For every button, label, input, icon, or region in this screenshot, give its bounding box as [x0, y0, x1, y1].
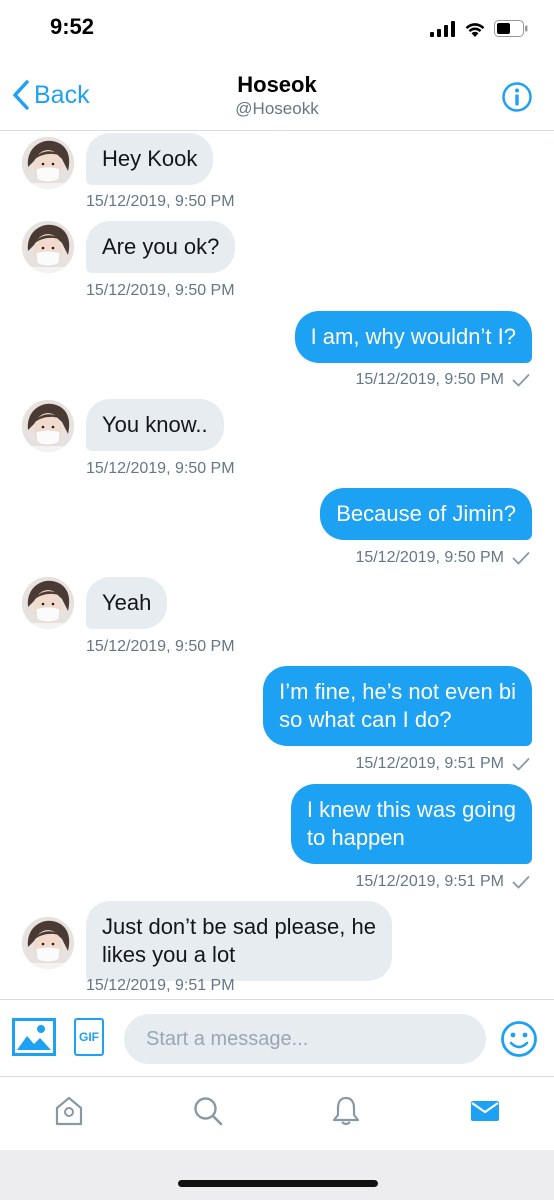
image-icon	[12, 1018, 56, 1056]
message-bubble-outgoing[interactable]: I’m fine, he’s not even bi so what can I…	[263, 666, 532, 746]
gif-label: GIF	[79, 1030, 99, 1044]
avatar-photo	[22, 137, 74, 189]
message-bubble-incoming[interactable]: Are you ok?	[86, 221, 236, 273]
message-composer: GIF	[0, 999, 554, 1077]
timestamp-text: 15/12/2019, 9:51 PM	[86, 977, 235, 994]
message-timestamp: 15/12/2019, 9:51 PM	[86, 977, 235, 995]
bell-icon	[333, 1096, 360, 1125]
cellular-signal-icon	[430, 20, 455, 37]
add-photo-button[interactable]	[12, 1018, 56, 1061]
message-bubble-outgoing[interactable]: Because of Jimin?	[320, 488, 532, 540]
search-icon	[194, 1096, 223, 1125]
message-timestamp: 15/12/2019, 9:50 PM	[86, 282, 235, 300]
message-timestamp: 15/12/2019, 9:51 PM	[355, 755, 530, 773]
avatar-photo	[22, 577, 74, 629]
avatar[interactable]	[22, 917, 74, 969]
info-button[interactable]	[502, 82, 532, 117]
message-input[interactable]	[124, 1014, 486, 1064]
smiley-icon	[501, 1021, 537, 1057]
message-bubble-incoming[interactable]: You know..	[86, 399, 224, 451]
read-check-icon	[512, 757, 530, 771]
status-bar: 9:52	[0, 0, 554, 62]
conversation-header: Back Hoseok @Hoseokk	[0, 62, 554, 131]
read-check-icon	[512, 551, 530, 565]
avatar[interactable]	[22, 400, 74, 452]
avatar[interactable]	[22, 137, 74, 189]
avatar-photo	[22, 400, 74, 452]
message-timestamp: 15/12/2019, 9:50 PM	[355, 549, 530, 567]
read-check-icon	[512, 373, 530, 387]
timestamp-text: 15/12/2019, 9:50 PM	[86, 460, 235, 477]
tab-messages[interactable]	[469, 1095, 501, 1132]
wifi-icon	[465, 22, 485, 37]
avatar[interactable]	[22, 577, 74, 629]
timestamp-text: 15/12/2019, 9:50 PM	[355, 371, 504, 388]
gif-button[interactable]: GIF	[74, 1018, 104, 1056]
home-icon	[56, 1096, 83, 1125]
contact-name: Hoseok	[237, 72, 317, 97]
read-check-icon	[512, 875, 530, 889]
message-timestamp: 15/12/2019, 9:50 PM	[355, 371, 530, 389]
mail-icon	[470, 1100, 499, 1121]
timestamp-text: 15/12/2019, 9:50 PM	[86, 638, 235, 655]
status-time: 9:52	[50, 14, 95, 39]
message-list[interactable]: Hey Kook 15/12/2019, 9:50 PM Are you ok?…	[0, 131, 554, 999]
message-bubble-incoming[interactable]: Just don’t be sad please, he likes you a…	[86, 901, 392, 981]
avatar-photo	[22, 917, 74, 969]
timestamp-text: 15/12/2019, 9:50 PM	[86, 193, 235, 210]
avatar[interactable]	[22, 221, 74, 273]
emoji-button[interactable]	[500, 1020, 538, 1063]
tab-bar	[0, 1076, 554, 1150]
tab-search[interactable]	[192, 1095, 224, 1132]
message-timestamp: 15/12/2019, 9:51 PM	[355, 873, 530, 891]
message-bubble-incoming[interactable]: Yeah	[86, 577, 168, 629]
status-icons	[430, 20, 528, 37]
timestamp-text: 15/12/2019, 9:51 PM	[355, 755, 504, 772]
message-bubble-incoming[interactable]: Hey Kook	[86, 133, 214, 185]
message-timestamp: 15/12/2019, 9:50 PM	[86, 638, 235, 656]
timestamp-text: 15/12/2019, 9:50 PM	[355, 549, 504, 566]
timestamp-text: 15/12/2019, 9:50 PM	[86, 282, 235, 299]
avatar-photo	[22, 221, 74, 273]
message-bubble-outgoing[interactable]: I knew this was going to happen	[290, 784, 532, 864]
message-timestamp: 15/12/2019, 9:50 PM	[86, 193, 235, 211]
conversation-title: Hoseok @Hoseokk	[0, 72, 554, 120]
message-timestamp: 15/12/2019, 9:50 PM	[86, 460, 235, 478]
contact-handle: @Hoseokk	[235, 99, 319, 118]
tab-home[interactable]	[53, 1095, 85, 1132]
timestamp-text: 15/12/2019, 9:51 PM	[355, 873, 504, 890]
info-icon	[502, 82, 532, 112]
tab-notifications[interactable]	[330, 1095, 362, 1132]
message-bubble-outgoing[interactable]: I am, why wouldn’t I?	[294, 311, 532, 363]
battery-icon	[494, 20, 528, 37]
home-indicator[interactable]	[178, 1180, 378, 1187]
home-indicator-area	[0, 1150, 554, 1200]
